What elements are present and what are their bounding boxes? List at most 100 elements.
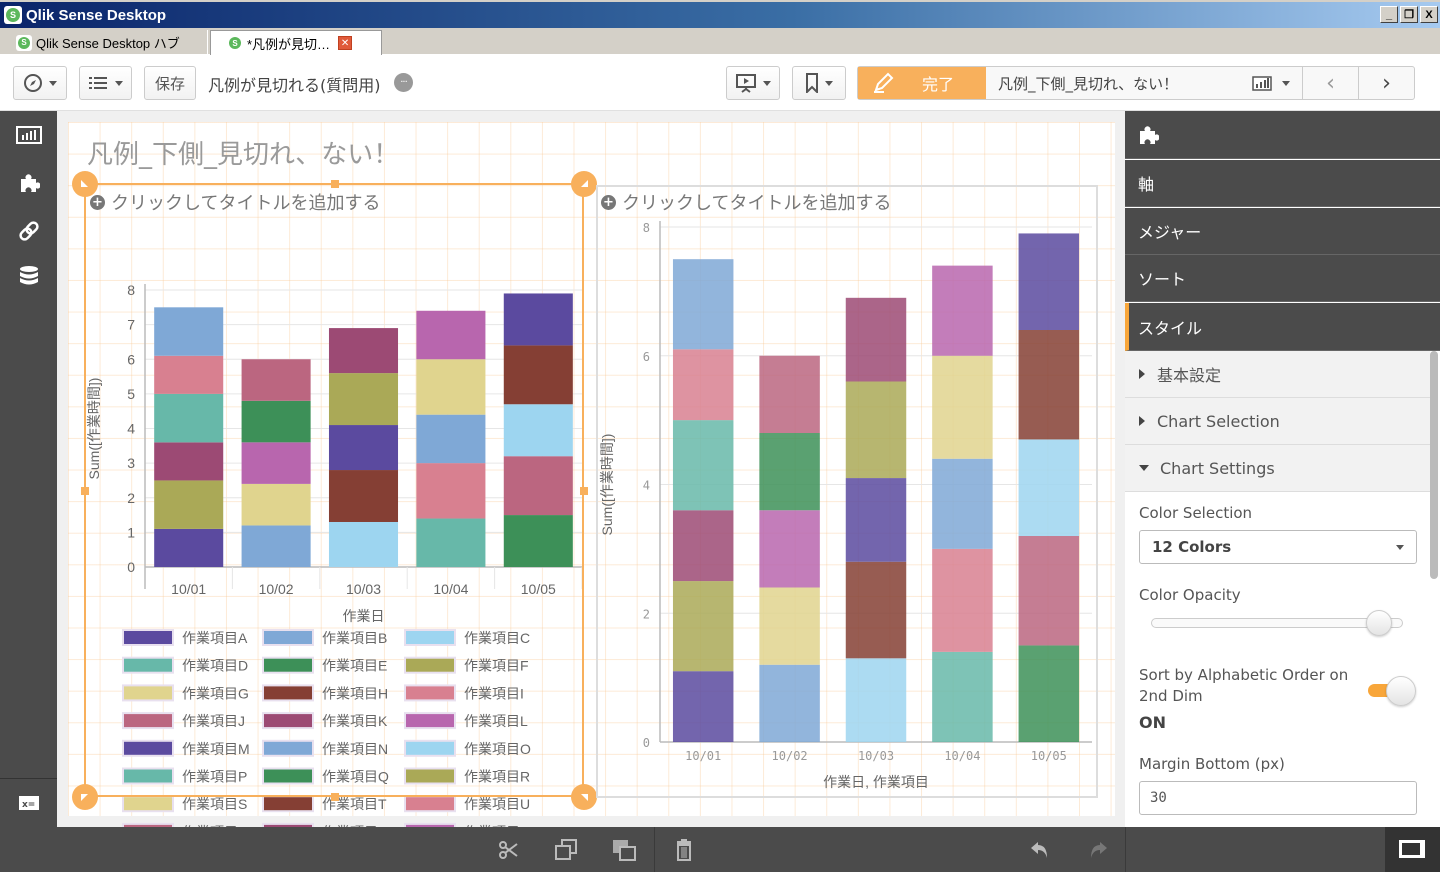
panel-section-dimensions[interactable]: 軸 [1125,160,1440,207]
tab-hub[interactable]: S Qlik Sense Desktop ハブ [0,30,208,55]
bar-segment [1018,233,1080,330]
bookmark-button[interactable] [792,66,846,100]
chevron-down-icon [114,80,123,86]
color-selection-value: 12 Colors [1152,538,1232,556]
panel-section-sort[interactable]: ソート [1125,255,1440,302]
panel-section-style[interactable]: スタイル [1125,303,1440,351]
chevron-down-icon [1282,81,1290,86]
resize-handle-top-right[interactable] [571,171,597,197]
bar-segment [672,259,734,350]
bar-segment [759,355,820,433]
next-sheet-button[interactable]: › [1358,67,1414,99]
close-button[interactable]: X [1420,6,1438,23]
tab-label: *凡例が見切… [247,36,331,52]
margin-bottom-input[interactable] [1139,781,1417,815]
resize-handle-bottom-right[interactable] [571,784,597,810]
color-selection-label: Color Selection [1139,504,1253,522]
y-tick-label: 2 [643,607,650,621]
sheet: 凡例_下側_見切れ、ない！ + クリックしてタイトルを追加する 01234567… [68,122,1115,840]
sidebar-item-variables[interactable]: x= [16,790,42,816]
navigation-button[interactable] [13,66,67,100]
caret-right-icon [1139,416,1145,426]
presentation-icon [736,74,756,93]
chart-object-2[interactable]: + クリックしてタイトルを追加する 0 2 4 6 8 10/01 10/02 10/03 10… [596,185,1098,798]
minimize-button[interactable]: _ [1380,6,1398,23]
bar-segment [845,561,907,659]
bar-segment [672,581,734,672]
compass-icon [24,74,42,92]
bar-segment [1018,536,1080,646]
previous-sheet-button[interactable]: ‹ [1302,67,1358,99]
paste-button[interactable] [611,837,637,863]
save-button[interactable]: 保存 [144,66,196,100]
presentation-button[interactable] [726,66,780,100]
svg-text:x=: x= [22,800,35,810]
done-button[interactable]: 完了 [858,67,986,99]
bar-segment [932,458,993,549]
toolbar-separator [1125,827,1126,872]
bar-segment [845,381,907,479]
slider-handle[interactable] [1365,610,1392,636]
sidebar-item-extensions[interactable] [16,170,42,196]
tab-app[interactable]: S *凡例が見切… ✕ [210,30,382,55]
restore-button[interactable]: ❐ [1400,6,1418,23]
bar-segment [759,510,820,588]
resize-handle-top[interactable] [331,180,339,188]
properties-panel: 軸 メジャー ソート スタイル 基本設定 Chart Selection Cha… [1125,111,1440,827]
accordion-label: Chart Selection [1157,411,1280,431]
copy-button[interactable] [553,837,579,863]
link-icon [19,221,39,241]
delete-button[interactable] [671,837,697,863]
puzzle-icon [1140,126,1159,144]
accordion-basic-settings[interactable]: 基本設定 [1125,351,1430,398]
sidebar-item-master-items[interactable] [16,218,42,244]
color-opacity-slider[interactable] [1151,610,1403,636]
accordion-label: 基本設定 [1157,366,1222,385]
y-axis-title: Sum([作業時間]) [599,434,615,536]
sidebar-item-fields[interactable] [16,264,42,290]
resize-handle-left[interactable] [81,487,89,495]
bar-segment [759,433,820,511]
resize-handle-top-left[interactable] [72,171,98,197]
sheet-name: 凡例_下側_見切れ、ない！ [998,74,1179,93]
panel-toggle-button[interactable] [1385,827,1440,872]
paste-icon [613,840,636,861]
redo-icon [1091,842,1107,858]
accordion-chart-selection[interactable]: Chart Selection [1125,398,1430,445]
resize-handle-bottom-left[interactable] [72,784,98,810]
sheet-selector[interactable]: 凡例_下側_見切れ、ない！ [986,67,1302,99]
list-menu-button[interactable] [79,66,132,100]
x-tick-label: 10/05 [1031,749,1067,763]
caret-down-icon [1139,465,1149,471]
color-opacity-label: Color Opacity [1139,586,1241,604]
legend-label: 作業項目U [464,796,530,812]
variables-icon: x= [19,796,39,810]
bar-segment [1018,645,1080,742]
color-selection-dropdown[interactable]: 12 Colors [1139,530,1417,564]
database-icon [20,266,38,285]
caret-right-icon [1139,369,1145,379]
bar-segment [672,510,734,582]
accordion-chart-settings[interactable]: Chart Settings [1125,445,1430,492]
edit-group: 完了 凡例_下側_見切れ、ない！ ‹ › [857,66,1415,100]
qlik-logo-icon: S [4,6,22,24]
sort-alpha-toggle[interactable] [1368,676,1418,706]
y-tick-label: 0 [643,736,650,750]
undo-button[interactable] [1027,837,1053,863]
chevron-down-icon [49,80,57,86]
bar-segment [932,651,993,742]
more-icon[interactable]: ··· [394,73,413,92]
resize-handle-bottom[interactable] [331,793,339,801]
sheet-title[interactable]: 凡例_下側_見切れ、ない！ [87,134,399,171]
chart-icon [16,126,42,144]
bar-segment [759,587,820,665]
panel-scrollbar[interactable] [1430,351,1438,579]
tab-bar: S Qlik Sense Desktop ハブ S *凡例が見切… ✕ [0,28,1440,55]
redo-button[interactable] [1085,837,1111,863]
cut-button[interactable] [495,837,521,863]
panel-section-measures[interactable]: メジャー [1125,208,1440,255]
tab-close-icon[interactable]: ✕ [338,36,353,50]
resize-handle-right[interactable] [580,487,588,495]
sidebar-item-charts[interactable] [16,122,42,148]
sort-alpha-state: ON [1139,713,1166,732]
